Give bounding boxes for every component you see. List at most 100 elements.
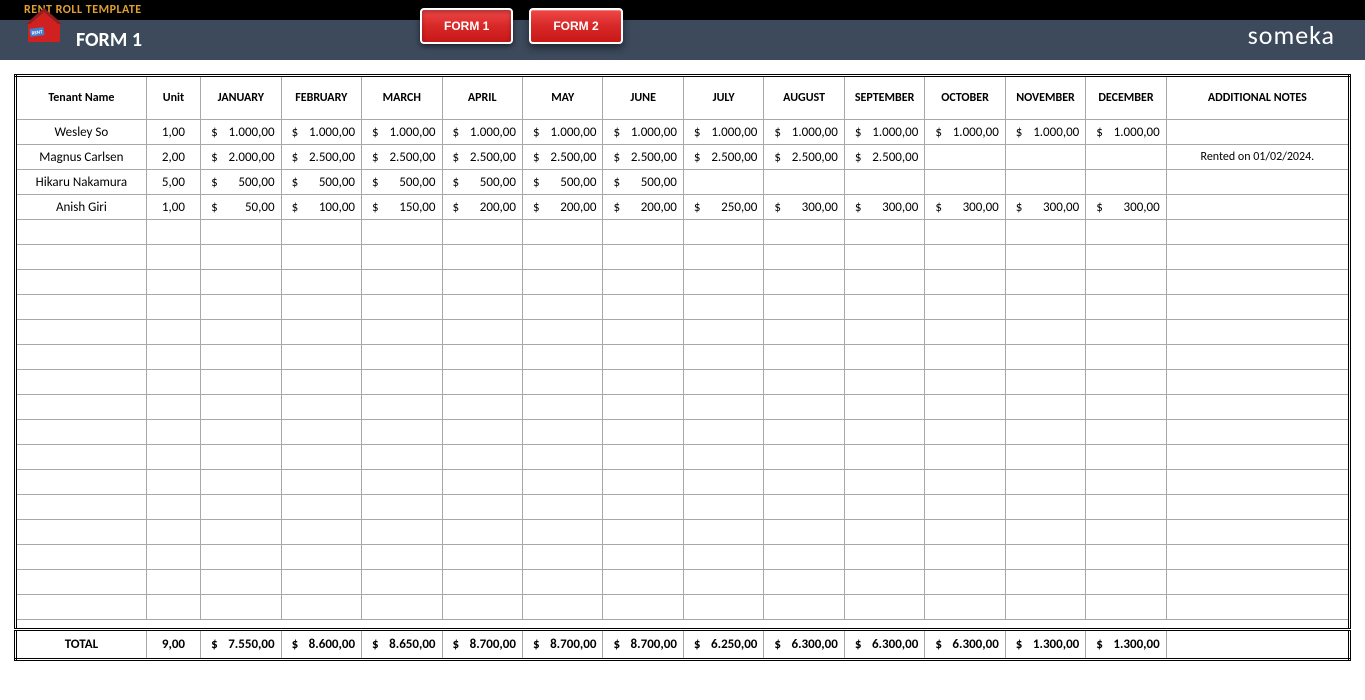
- cell-empty[interactable]: [1005, 270, 1085, 295]
- cell-money[interactable]: $ 250,00: [683, 195, 763, 220]
- cell-empty[interactable]: [201, 345, 281, 370]
- cell-money[interactable]: $ 100,00: [281, 195, 361, 220]
- cell-empty[interactable]: [1005, 320, 1085, 345]
- cell-money[interactable]: $ 500,00: [201, 170, 281, 195]
- cell-money[interactable]: $ 1.000,00: [1086, 120, 1166, 145]
- cell-empty[interactable]: [1166, 345, 1349, 370]
- cell-empty[interactable]: [1086, 445, 1166, 470]
- cell-empty[interactable]: [603, 270, 683, 295]
- cell-empty[interactable]: [146, 495, 200, 520]
- cell-money[interactable]: $ 1.000,00: [683, 120, 763, 145]
- cell-money[interactable]: $ 2.500,00: [442, 145, 522, 170]
- cell-empty[interactable]: [925, 495, 1005, 520]
- cell-empty[interactable]: [522, 370, 602, 395]
- cell-money[interactable]: $ 1.000,00: [603, 120, 683, 145]
- cell-empty[interactable]: [925, 370, 1005, 395]
- cell-empty[interactable]: [1005, 495, 1085, 520]
- cell-empty[interactable]: [683, 445, 763, 470]
- cell-money[interactable]: $ 50,00: [201, 195, 281, 220]
- cell-empty[interactable]: [201, 320, 281, 345]
- cell-empty[interactable]: [362, 320, 442, 345]
- cell-empty[interactable]: [522, 520, 602, 545]
- cell-money[interactable]: $ 1.000,00: [442, 120, 522, 145]
- cell-empty[interactable]: [925, 295, 1005, 320]
- cell-money[interactable]: $ 2.500,00: [844, 145, 924, 170]
- cell-empty[interactable]: [683, 245, 763, 270]
- cell-empty[interactable]: [522, 395, 602, 420]
- cell-money[interactable]: $ 1.000,00: [764, 120, 844, 145]
- cell-empty[interactable]: [522, 445, 602, 470]
- cell-empty[interactable]: [603, 295, 683, 320]
- cell-empty[interactable]: [362, 395, 442, 420]
- cell-empty[interactable]: [16, 295, 147, 320]
- cell-empty[interactable]: [683, 520, 763, 545]
- cell-empty[interactable]: [683, 345, 763, 370]
- cell-empty[interactable]: [1166, 470, 1349, 495]
- cell-empty[interactable]: [16, 445, 147, 470]
- cell-empty[interactable]: [442, 370, 522, 395]
- cell-empty[interactable]: [683, 545, 763, 570]
- cell-empty[interactable]: [1166, 520, 1349, 545]
- cell-empty[interactable]: [1166, 495, 1349, 520]
- cell-notes[interactable]: [1166, 195, 1349, 220]
- cell-empty[interactable]: [603, 520, 683, 545]
- cell-empty[interactable]: [1086, 320, 1166, 345]
- cell-empty[interactable]: [522, 420, 602, 445]
- cell-empty[interactable]: [522, 570, 602, 595]
- cell-empty[interactable]: [1086, 270, 1166, 295]
- cell-empty[interactable]: [683, 395, 763, 420]
- cell-empty[interactable]: [201, 220, 281, 245]
- cell-notes[interactable]: Rented on 01/02/2024.: [1166, 145, 1349, 170]
- cell-empty[interactable]: [1086, 595, 1166, 620]
- cell-empty[interactable]: [442, 570, 522, 595]
- cell-empty[interactable]: [925, 345, 1005, 370]
- cell-empty[interactable]: [603, 570, 683, 595]
- cell-empty[interactable]: [201, 495, 281, 520]
- cell-money[interactable]: $ 500,00: [362, 170, 442, 195]
- cell-empty[interactable]: [146, 545, 200, 570]
- cell-empty[interactable]: [281, 395, 361, 420]
- cell-money[interactable]: $ 2.500,00: [362, 145, 442, 170]
- cell-money[interactable]: [1086, 145, 1166, 170]
- cell-empty[interactable]: [201, 470, 281, 495]
- cell-empty[interactable]: [362, 345, 442, 370]
- cell-empty[interactable]: [146, 570, 200, 595]
- cell-empty[interactable]: [362, 245, 442, 270]
- cell-empty[interactable]: [844, 395, 924, 420]
- cell-money[interactable]: [1005, 145, 1085, 170]
- cell-name[interactable]: Anish Giri: [16, 195, 147, 220]
- cell-empty[interactable]: [764, 345, 844, 370]
- cell-empty[interactable]: [442, 470, 522, 495]
- cell-money[interactable]: $ 2.500,00: [603, 145, 683, 170]
- cell-empty[interactable]: [603, 220, 683, 245]
- cell-empty[interactable]: [16, 520, 147, 545]
- form1-button[interactable]: FORM 1: [420, 8, 513, 44]
- cell-empty[interactable]: [844, 320, 924, 345]
- cell-empty[interactable]: [362, 445, 442, 470]
- cell-empty[interactable]: [16, 270, 147, 295]
- cell-empty[interactable]: [1005, 570, 1085, 595]
- cell-money[interactable]: $ 200,00: [442, 195, 522, 220]
- cell-empty[interactable]: [1166, 320, 1349, 345]
- cell-empty[interactable]: [281, 295, 361, 320]
- cell-empty[interactable]: [1166, 370, 1349, 395]
- cell-empty[interactable]: [362, 570, 442, 595]
- cell-empty[interactable]: [925, 545, 1005, 570]
- cell-empty[interactable]: [1166, 295, 1349, 320]
- cell-empty[interactable]: [442, 270, 522, 295]
- cell-unit[interactable]: 1,00: [146, 195, 200, 220]
- cell-empty[interactable]: [683, 595, 763, 620]
- cell-empty[interactable]: [925, 420, 1005, 445]
- cell-empty[interactable]: [1166, 420, 1349, 445]
- cell-empty[interactable]: [201, 370, 281, 395]
- cell-empty[interactable]: [603, 245, 683, 270]
- cell-empty[interactable]: [201, 570, 281, 595]
- cell-empty[interactable]: [281, 495, 361, 520]
- cell-empty[interactable]: [1086, 370, 1166, 395]
- cell-name[interactable]: Magnus Carlsen: [16, 145, 147, 170]
- cell-money[interactable]: $ 300,00: [764, 195, 844, 220]
- cell-empty[interactable]: [603, 495, 683, 520]
- cell-empty[interactable]: [603, 420, 683, 445]
- cell-empty[interactable]: [764, 520, 844, 545]
- cell-empty[interactable]: [146, 245, 200, 270]
